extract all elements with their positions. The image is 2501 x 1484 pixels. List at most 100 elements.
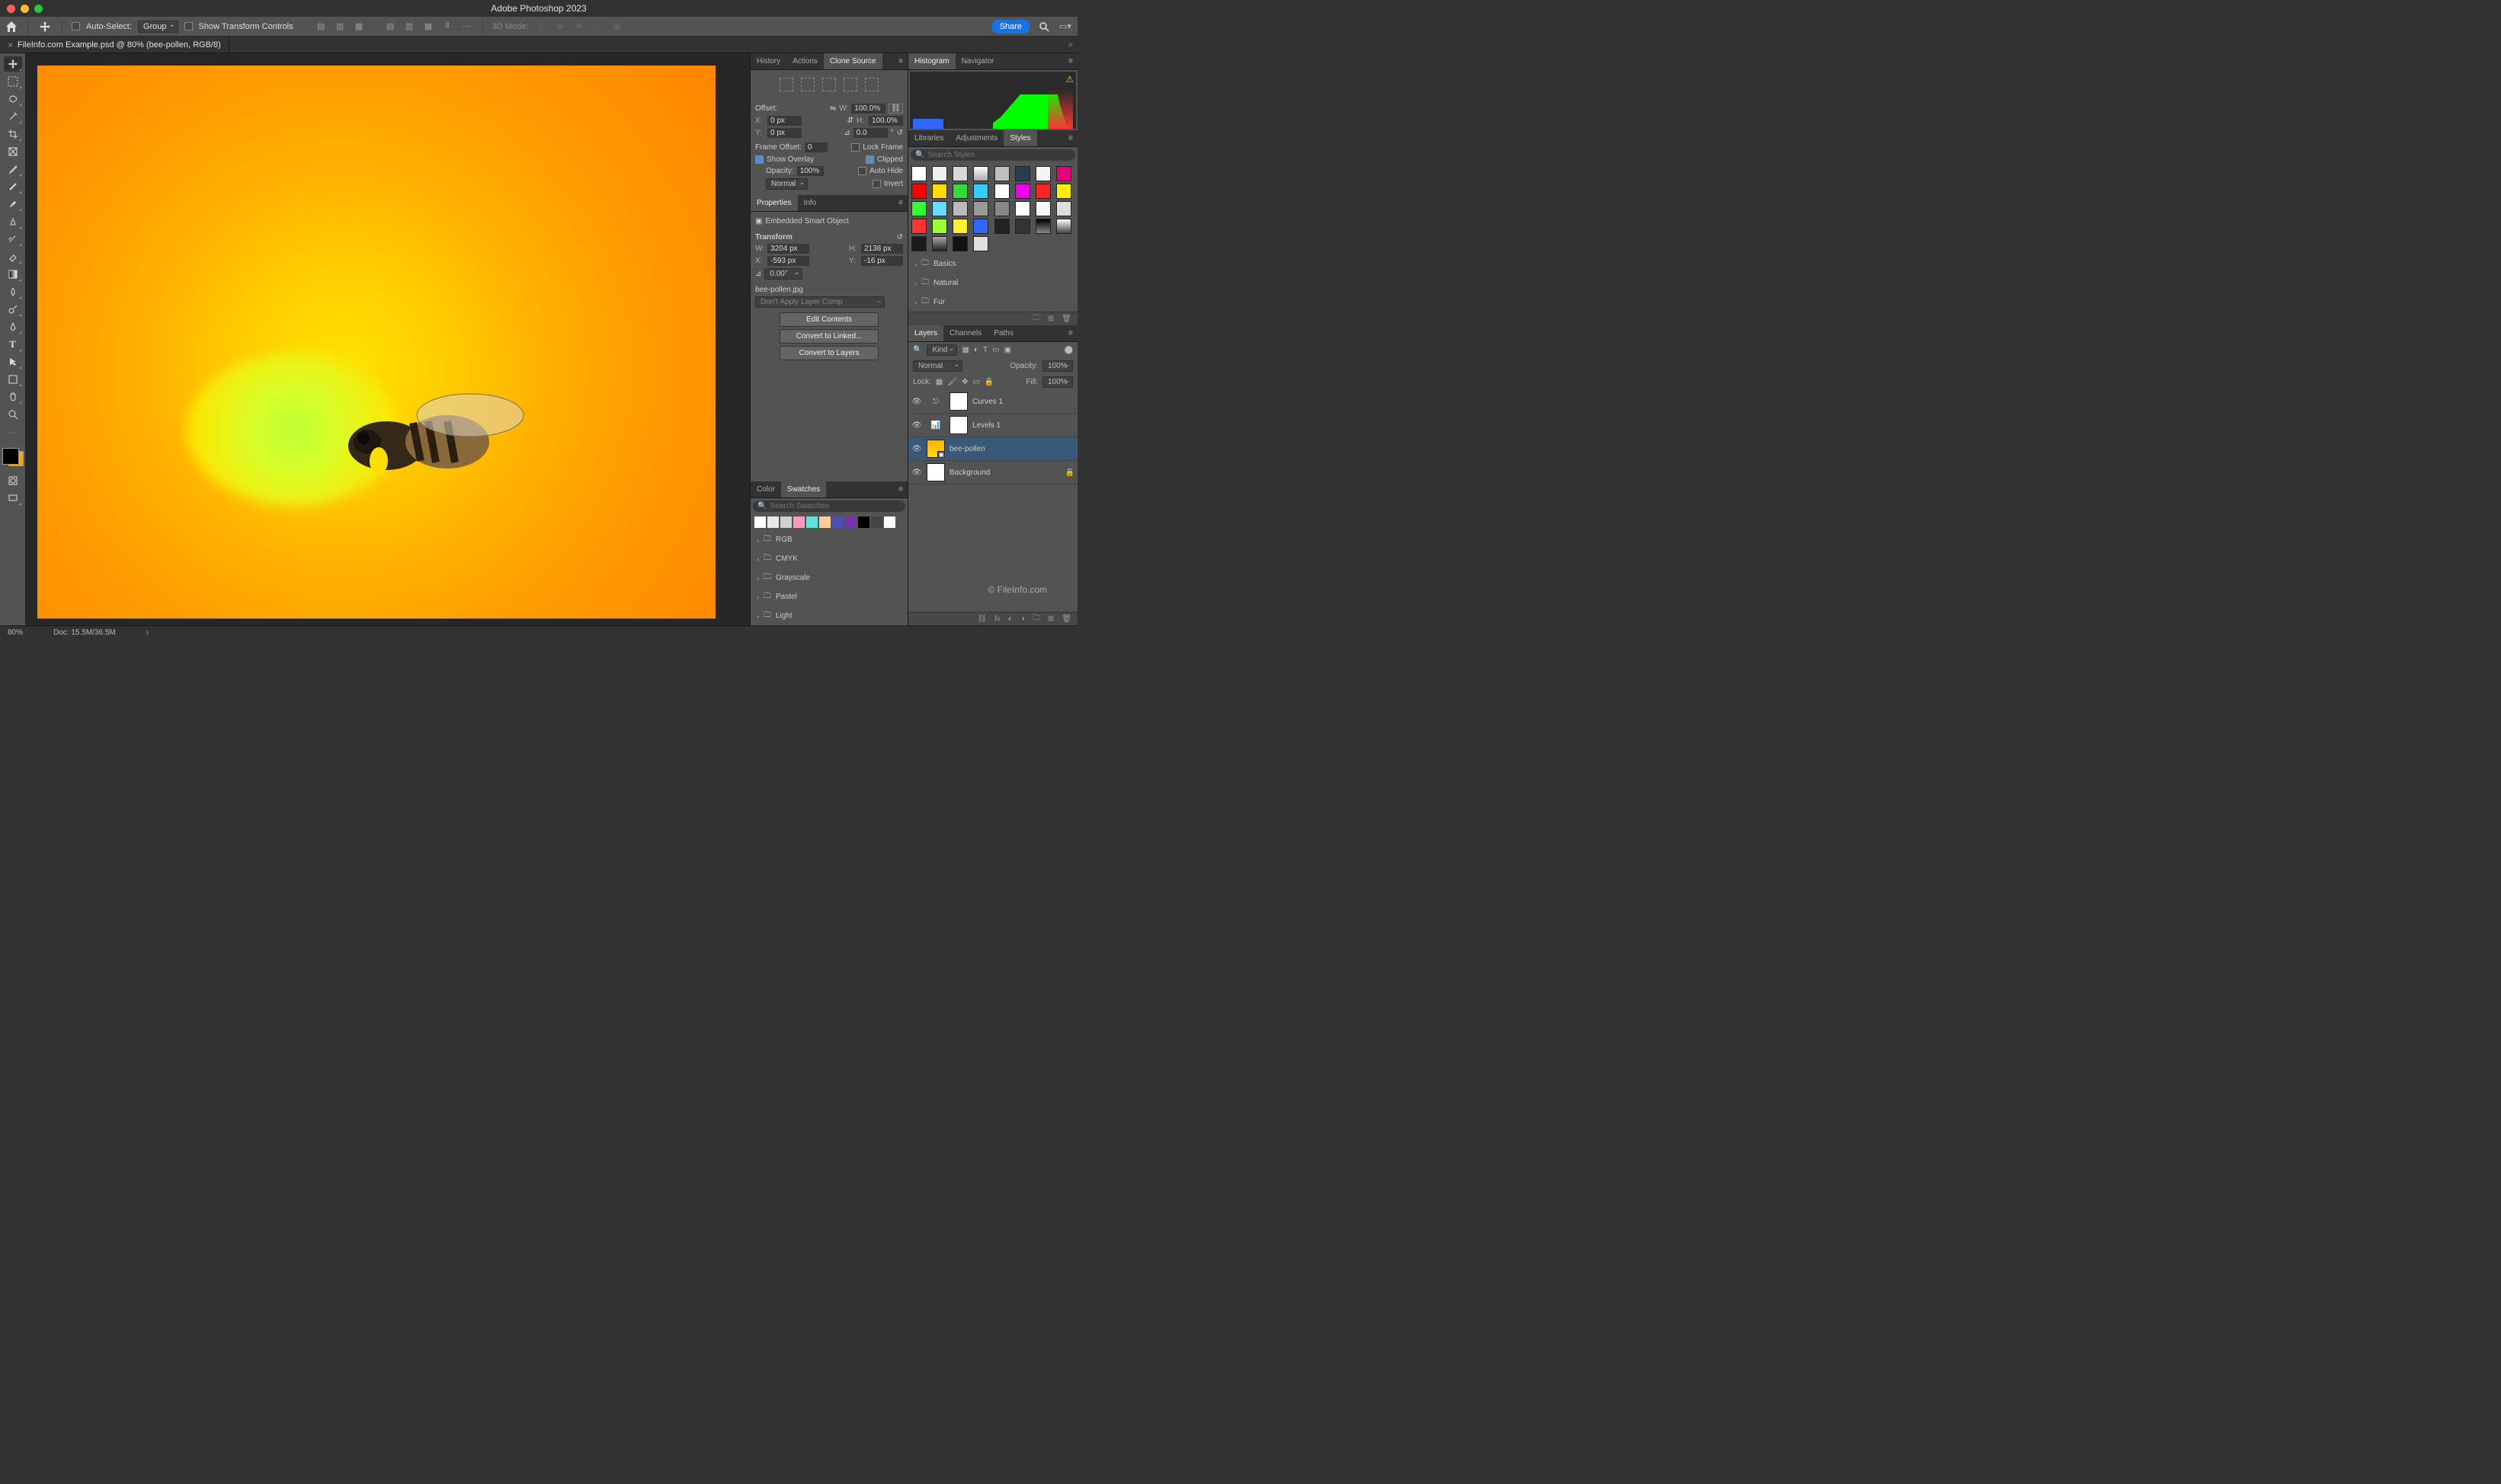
layer-row[interactable]: 👁📊Levels 1 [908, 414, 1078, 437]
lasso-tool[interactable] [4, 91, 22, 107]
filter-shape-icon[interactable]: ▭ [992, 346, 999, 354]
document-canvas[interactable] [37, 66, 716, 619]
clone-h-input[interactable] [869, 116, 903, 126]
style-swatch[interactable] [994, 219, 1010, 234]
clone-w-input[interactable] [851, 104, 885, 114]
swatch-folder[interactable]: ›🗀Light [751, 606, 908, 625]
eyedropper-tool[interactable] [4, 162, 22, 177]
filter-toggle-icon[interactable]: ⬤ [1065, 346, 1073, 354]
style-swatch[interactable] [1056, 201, 1071, 216]
histogram-warning-icon[interactable]: ⚠ [1065, 74, 1074, 85]
style-swatch[interactable] [911, 236, 927, 251]
show-transform-checkbox[interactable] [184, 22, 193, 30]
panel-menu-icon[interactable]: ≡ [894, 57, 908, 66]
tab-actions[interactable]: Actions [786, 53, 824, 69]
lock-position-icon[interactable]: ✥ [962, 378, 968, 386]
gradient-tool[interactable] [4, 267, 22, 282]
filter-smartobj-icon[interactable]: ▣ [1004, 346, 1011, 354]
style-swatch[interactable] [953, 236, 968, 251]
style-swatch[interactable] [911, 201, 927, 216]
close-window-button[interactable] [7, 5, 15, 13]
clone-source-4-icon[interactable] [844, 78, 857, 91]
canvas-area[interactable] [25, 53, 750, 625]
style-swatch[interactable] [973, 219, 988, 234]
tab-swatches[interactable]: Swatches [781, 481, 826, 497]
type-tool[interactable]: T [4, 337, 22, 352]
path-selection-tool[interactable] [4, 354, 22, 369]
screen-mode-icon[interactable] [4, 491, 22, 506]
align-left-icon[interactable]: ▤ [315, 20, 328, 33]
tab-properties[interactable]: Properties [751, 195, 798, 211]
style-swatch[interactable] [973, 201, 988, 216]
clone-opacity-input[interactable] [797, 166, 824, 176]
layer-fx-icon[interactable]: fx [994, 615, 1001, 623]
style-swatch[interactable] [932, 184, 947, 199]
prop-h-input[interactable] [861, 244, 903, 254]
move-tool-indicator-icon[interactable] [37, 19, 53, 34]
style-folder[interactable]: ›🗀Fur [908, 293, 1078, 312]
style-swatch[interactable] [1036, 184, 1051, 199]
style-swatch[interactable] [994, 184, 1010, 199]
style-swatch[interactable] [953, 201, 968, 216]
shape-tool[interactable] [4, 372, 22, 387]
workspace-switcher-icon[interactable]: ▭▾ [1058, 19, 1073, 34]
style-swatch[interactable] [953, 166, 968, 181]
delete-layer-icon[interactable]: 🗑 [1062, 615, 1071, 623]
histogram-display[interactable]: ⚠ [910, 72, 1076, 129]
align-top-icon[interactable]: ▤ [384, 20, 397, 33]
minimize-window-button[interactable] [21, 5, 29, 13]
lock-all-icon[interactable]: 🔒 [985, 378, 994, 386]
clone-angle-input[interactable] [853, 128, 888, 138]
styles-search[interactable]: 🔍 [911, 149, 1075, 161]
recent-swatch[interactable] [858, 517, 869, 528]
move-tool[interactable] [4, 56, 22, 72]
recent-swatch[interactable] [884, 517, 895, 528]
prop-x-input[interactable] [767, 256, 809, 266]
panel-menu-icon[interactable]: ≡ [1064, 329, 1078, 337]
swatches-search-input[interactable] [770, 502, 901, 510]
panel-menu-icon[interactable]: ≡ [894, 485, 908, 494]
edit-contents-button[interactable]: Edit Contents [780, 312, 879, 327]
recent-swatch[interactable] [871, 517, 882, 528]
tab-info[interactable]: Info [798, 195, 823, 211]
reset-icon[interactable]: ↺ [897, 233, 903, 241]
clone-source-2-icon[interactable] [801, 78, 815, 91]
recent-swatch[interactable] [845, 517, 857, 528]
tab-clone-source[interactable]: Clone Source [824, 53, 882, 69]
layer-thumbnail[interactable]: ▣ [927, 440, 945, 458]
style-swatch[interactable] [1036, 166, 1051, 181]
styles-search-input[interactable] [927, 151, 1071, 159]
tab-navigator[interactable]: Navigator [956, 53, 1001, 69]
tab-paths[interactable]: Paths [988, 325, 1020, 341]
filter-search-icon[interactable]: 🔍 [913, 346, 922, 354]
recent-swatch[interactable] [819, 517, 831, 528]
recent-swatch[interactable] [832, 517, 844, 528]
tab-libraries[interactable]: Libraries [908, 130, 949, 146]
clipped-checkbox[interactable] [866, 155, 874, 164]
lock-pixels-icon[interactable]: 🖌 [947, 378, 957, 386]
new-layer-icon[interactable]: ⊞ [1048, 615, 1054, 623]
layer-row[interactable]: 👁▣bee-pollen [908, 437, 1078, 461]
tab-overflow-icon[interactable]: » [1064, 40, 1078, 50]
visibility-toggle-icon[interactable]: 👁 [911, 421, 922, 430]
zoom-level[interactable]: 80% [8, 628, 23, 637]
lock-frame-checkbox[interactable] [851, 143, 860, 152]
recent-swatch[interactable] [767, 517, 779, 528]
style-swatch[interactable] [1056, 166, 1071, 181]
fill-input[interactable]: 100% [1042, 376, 1073, 388]
layer-filter-dropdown[interactable]: Kind [927, 344, 957, 356]
layer-comp-dropdown[interactable]: Don't Apply Layer Comp [755, 296, 885, 308]
link-layers-icon[interactable]: ⛓ [977, 615, 987, 623]
layer-row[interactable]: 👁⎋Curves 1 [908, 390, 1078, 414]
visibility-toggle-icon[interactable]: 👁 [911, 445, 922, 453]
align-center-v-icon[interactable]: ▥ [403, 20, 416, 33]
recent-swatch[interactable] [793, 517, 805, 528]
lock-artboard-icon[interactable]: ▭ [972, 378, 979, 386]
align-bottom-icon[interactable]: ▦ [422, 20, 435, 33]
pen-tool[interactable] [4, 319, 22, 334]
eraser-tool[interactable] [4, 249, 22, 264]
more-options-icon[interactable]: ⋯ [460, 20, 473, 33]
swatch-folder[interactable]: ›🗀RGB [751, 530, 908, 549]
doc-size[interactable]: Doc: 15.5M/36.5M [53, 628, 116, 637]
style-swatch[interactable] [932, 201, 947, 216]
